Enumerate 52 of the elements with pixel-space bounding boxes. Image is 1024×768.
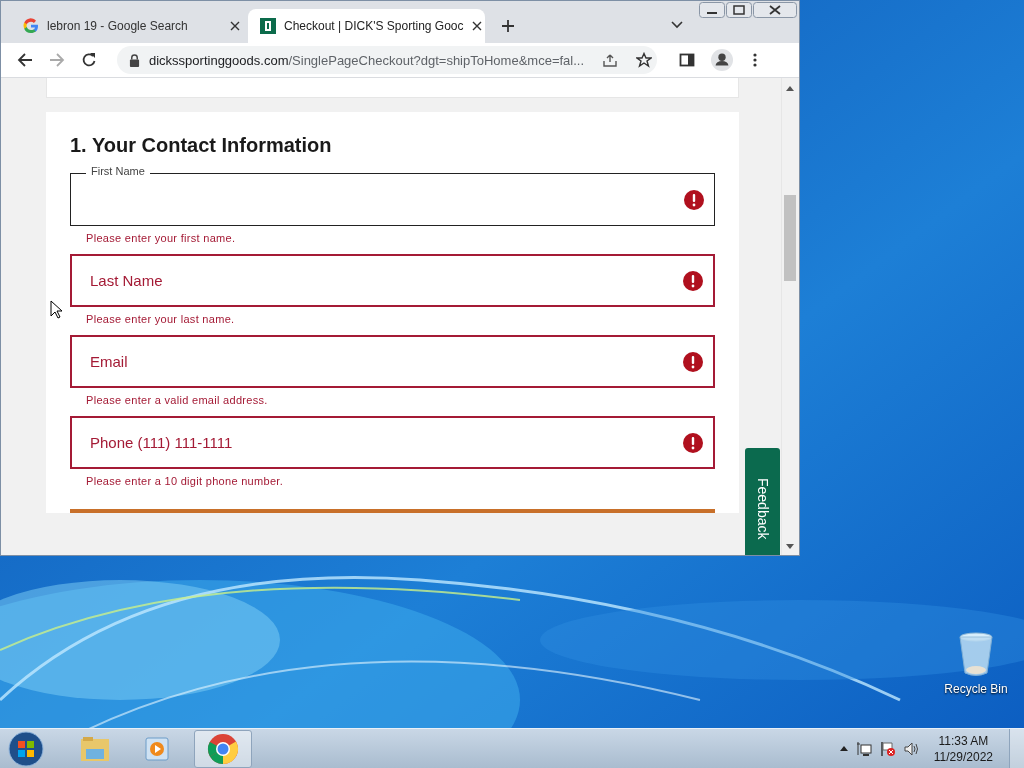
google-icon <box>23 18 39 34</box>
reload-icon[interactable] <box>81 52 97 68</box>
store-logo-icon <box>260 18 276 34</box>
field-label: First Name <box>86 165 150 177</box>
input-field[interactable]: Email <box>70 335 715 388</box>
scrollbar[interactable] <box>781 78 799 555</box>
close-icon[interactable] <box>230 21 240 31</box>
start-button[interactable] <box>8 730 44 767</box>
feedback-button[interactable]: Feedback <box>745 448 780 555</box>
scrollbar-thumb[interactable] <box>784 195 796 281</box>
error-message: Please enter a 10 digit phone number. <box>85 474 284 487</box>
error-icon <box>683 432 703 453</box>
close-icon[interactable] <box>753 2 797 18</box>
close-icon[interactable] <box>471 21 482 31</box>
error-icon <box>684 189 704 210</box>
star-icon[interactable] <box>636 52 653 68</box>
new-tab-icon[interactable] <box>501 19 515 33</box>
input-field[interactable] <box>70 173 715 226</box>
error-message: Please enter your last name. <box>85 312 236 325</box>
maximize-icon[interactable] <box>726 2 752 18</box>
scroll-down-icon[interactable] <box>786 544 794 549</box>
browser-tab[interactable]: Checkout | DICK'S Sporting Gooc <box>248 9 485 43</box>
side-panel-icon[interactable] <box>679 52 695 68</box>
speaker-icon[interactable] <box>903 740 920 757</box>
url-text: dickssportinggoods.com/SinglePageCheckout?dgt=shipToHome&mce=fal... <box>149 52 585 68</box>
browser-tab[interactable]: lebron 19 - Google Search <box>11 9 248 43</box>
clock[interactable]: 11:33 AM 11/29/2022 <box>933 732 993 765</box>
input-field[interactable]: Last Name <box>70 254 715 307</box>
flag-icon[interactable] <box>879 740 896 757</box>
network-icon[interactable] <box>855 740 872 757</box>
scroll-up-icon[interactable] <box>786 86 794 91</box>
address-bar[interactable]: dickssportinggoods.com/SinglePageCheckout?dgt=shipToHome&mce=fal... <box>117 46 657 74</box>
share-icon[interactable] <box>602 52 619 68</box>
error-message: Please enter your first name. <box>85 231 237 244</box>
taskbar-button[interactable] <box>194 729 252 768</box>
minimize-icon[interactable] <box>699 2 725 18</box>
profile-icon[interactable] <box>711 49 733 71</box>
cursor-icon <box>50 300 62 319</box>
back-arrow-icon[interactable] <box>17 52 33 68</box>
clock-date: 11/29/2022 <box>933 748 993 765</box>
chrome-icon <box>207 732 239 765</box>
lock-icon <box>129 53 140 67</box>
section-heading: 1. Your Contact Information <box>70 134 333 157</box>
clock-time: 11:33 AM <box>938 732 989 749</box>
chevron-down-icon[interactable] <box>671 21 683 29</box>
error-icon <box>683 270 703 291</box>
arrow-up-icon[interactable] <box>839 746 848 751</box>
input-field[interactable]: Phone (111) 111-1111 <box>70 416 715 469</box>
error-icon <box>683 351 703 372</box>
recycle-bin-icon[interactable] <box>958 632 994 678</box>
error-message: Please enter a valid email address. <box>85 393 269 406</box>
desktop-icon-label[interactable]: Recycle Bin <box>944 682 1008 696</box>
